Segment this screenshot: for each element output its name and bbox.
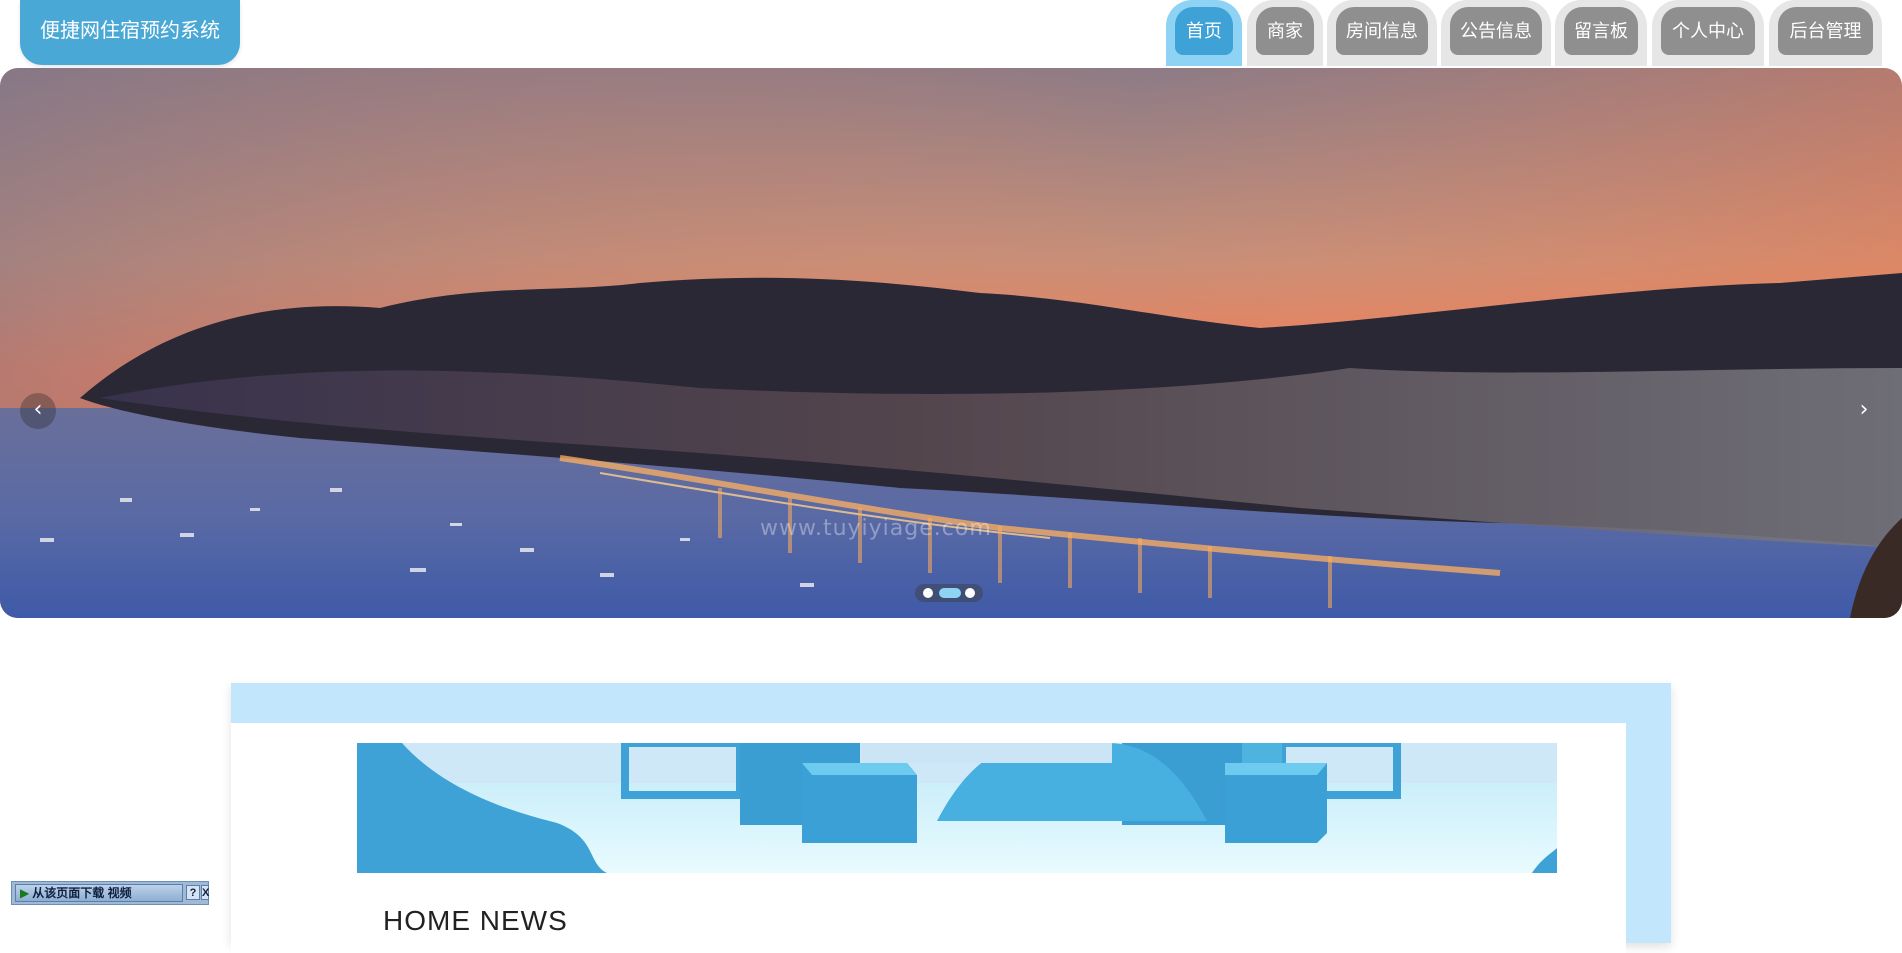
nav-tab-rooms[interactable]: 房间信息 — [1327, 0, 1437, 66]
main-nav: 首页 商家 房间信息 公告信息 留言板 个人中心 后台管理 — [0, 0, 1902, 68]
close-button[interactable]: X — [201, 885, 209, 900]
nav-tab-admin[interactable]: 后台管理 — [1769, 0, 1882, 66]
carousel-indicators — [915, 584, 983, 602]
carousel-prev-button[interactable]: ‹ — [20, 393, 56, 429]
carousel-dot-2[interactable] — [939, 588, 961, 598]
download-video-label: 从该页面下载 视频 — [32, 886, 132, 900]
play-icon: ▶ — [20, 886, 30, 900]
carousel-dot-3[interactable] — [965, 588, 975, 598]
nav-tab-admin-label[interactable]: 后台管理 — [1778, 7, 1873, 55]
nav-tab-personal-center-label[interactable]: 个人中心 — [1661, 7, 1755, 55]
news-banner-graphic — [357, 743, 1557, 873]
carousel-dot-1[interactable] — [923, 588, 933, 598]
news-section: HOME NEWS — [231, 683, 1671, 953]
nav-tab-message-board[interactable]: 留言板 — [1555, 0, 1647, 66]
nav-tab-personal-center[interactable]: 个人中心 — [1652, 0, 1764, 66]
nav-tab-merchants[interactable]: 商家 — [1247, 0, 1323, 66]
news-section-title: HOME NEWS — [383, 905, 568, 936]
video-download-toolbar: ▶ 从该页面下载 视频 ? X — [11, 881, 209, 905]
nav-tab-home[interactable]: 首页 — [1166, 0, 1242, 66]
nav-tab-home-label[interactable]: 首页 — [1175, 7, 1233, 55]
banner-watermark: www.tuyiyiage.com — [760, 516, 992, 541]
nav-tab-rooms-label[interactable]: 房间信息 — [1336, 7, 1428, 55]
nav-tab-message-board-label[interactable]: 留言板 — [1564, 7, 1638, 55]
carousel-banner: www.tuyiyiage.com ‹ › — [0, 68, 1902, 618]
news-banner-image — [357, 743, 1557, 873]
help-button[interactable]: ? — [186, 885, 200, 900]
download-video-button[interactable]: ▶ 从该页面下载 视频 — [15, 884, 183, 902]
nav-tab-announcements[interactable]: 公告信息 — [1441, 0, 1551, 66]
carousel-next-button[interactable]: › — [1846, 393, 1882, 429]
nav-tab-merchants-label[interactable]: 商家 — [1256, 7, 1314, 55]
nav-tab-announcements-label[interactable]: 公告信息 — [1450, 7, 1542, 55]
